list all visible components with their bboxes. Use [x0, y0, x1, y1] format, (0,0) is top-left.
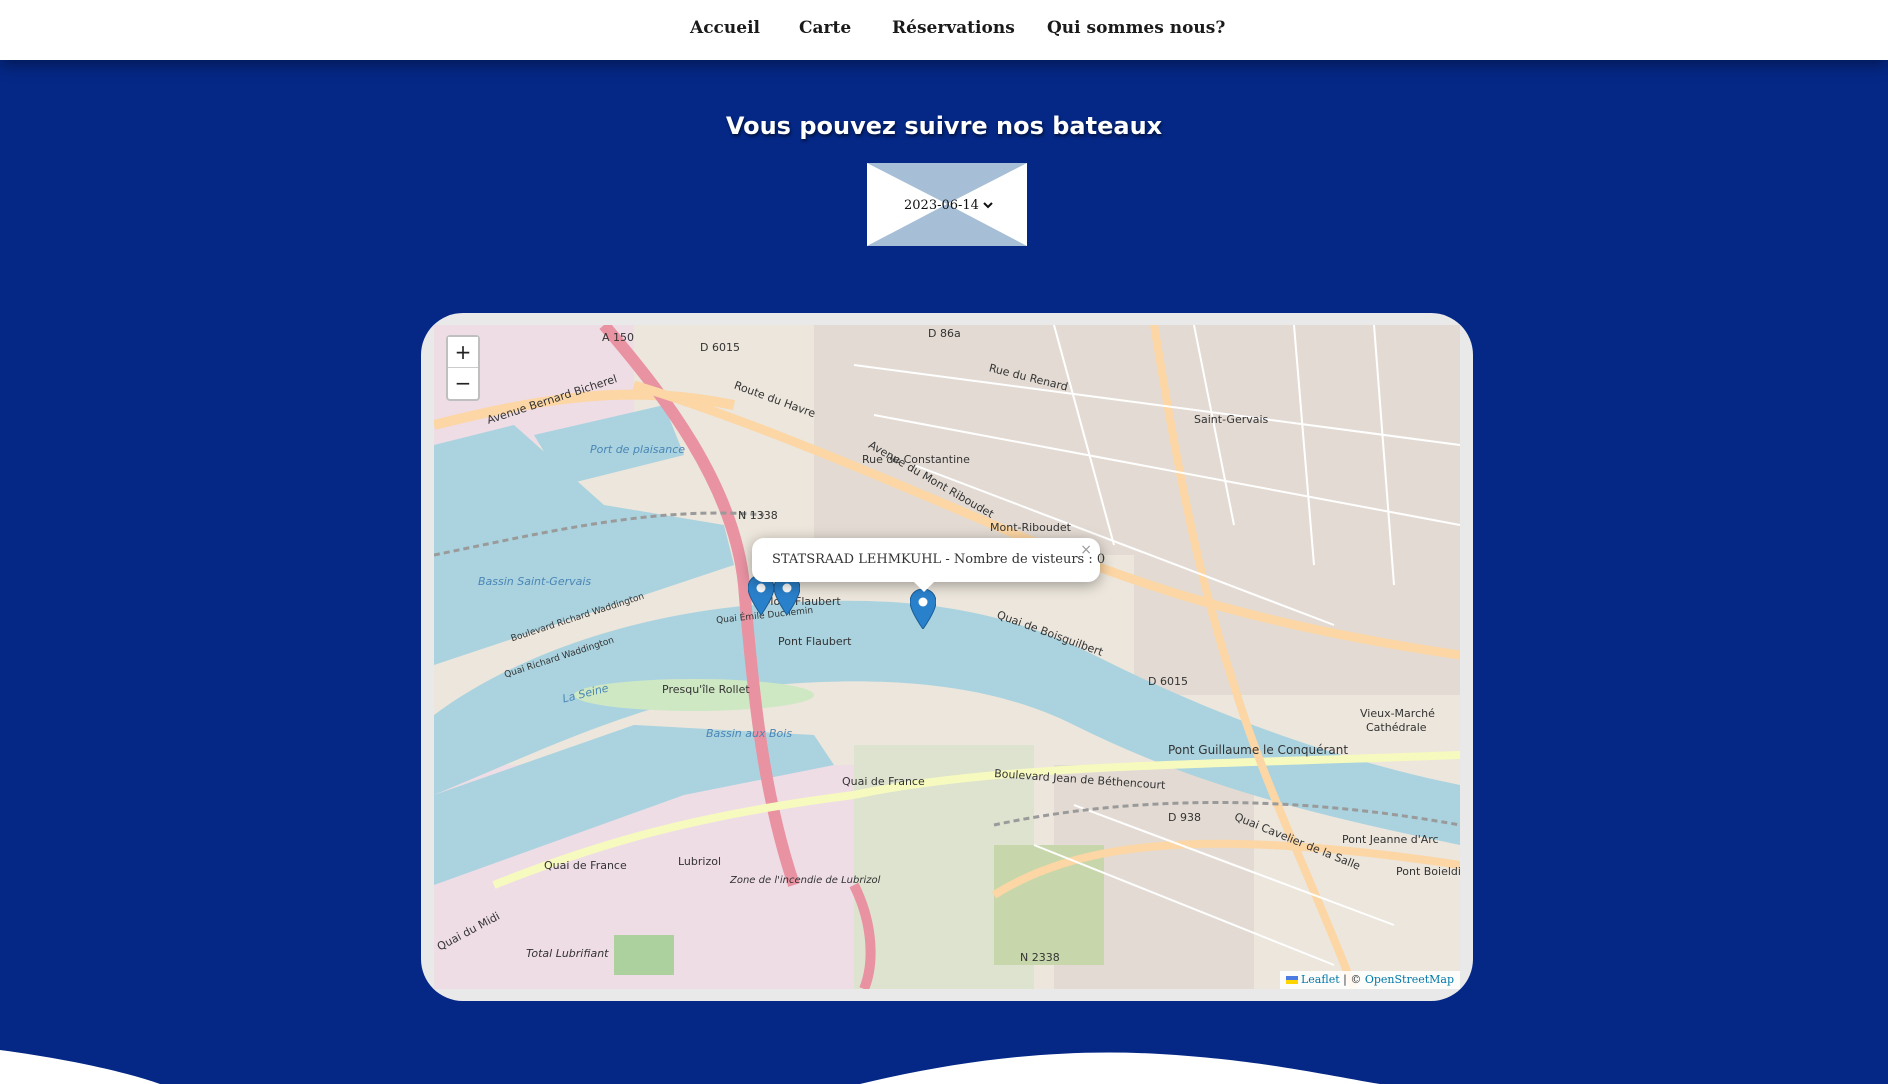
map-label: A 150 — [602, 331, 635, 344]
map-label: N 2338 — [1020, 951, 1060, 964]
map-label: D 938 — [1168, 811, 1201, 824]
map-label: D 86a — [928, 327, 961, 340]
map-label: Pont Guillaume le Conquérant — [1168, 743, 1349, 757]
map-label: D 6015 — [1148, 675, 1188, 688]
map-label: Port de plaisance — [590, 443, 686, 456]
map-label: Bassin Saint-Gervais — [478, 575, 592, 588]
ukraine-flag-icon — [1285, 976, 1298, 984]
date-select[interactable]: 2023-06-14 — [900, 194, 996, 216]
map-label: Cathédrale — [1366, 721, 1427, 734]
leaflet-link[interactable]: Leaflet — [1301, 973, 1340, 986]
map-label: Mont-Riboudet — [990, 521, 1071, 534]
map-label: Quai de France — [544, 859, 627, 872]
map-label: Saint-Gervais — [1194, 413, 1269, 426]
top-navigation: Accueil Carte Réservations Qui sommes no… — [0, 0, 1888, 60]
nav-link-reservations[interactable]: Réservations — [892, 18, 1015, 38]
footer-wave — [0, 1050, 1380, 1084]
openstreetmap-link[interactable]: OpenStreetMap — [1365, 973, 1454, 986]
map-label: Vieux-Marché — [1360, 707, 1435, 720]
map-label: Lubrizol — [678, 855, 722, 868]
boat-marker-selected[interactable] — [909, 588, 937, 630]
map-label: Quai de France — [842, 775, 925, 788]
marker-popup: STATSRAAD LEHMKUHL - Nombre de visteurs … — [752, 538, 1105, 592]
map-label: Pont Jeanne d'Arc — [1342, 833, 1439, 846]
zoom-in-button[interactable]: + — [448, 337, 478, 367]
zoom-out-button[interactable]: − — [448, 367, 478, 397]
nav-link-qui-sommes-nous[interactable]: Qui sommes nous? — [1047, 18, 1225, 38]
popup-close-button[interactable]: × — [1080, 542, 1092, 558]
nav-link-carte[interactable]: Carte — [799, 18, 851, 38]
date-select-panel: 2023-06-14 — [867, 163, 1027, 246]
attribution-separator: | © — [1343, 973, 1362, 986]
map-label: Rue de Constantine — [862, 453, 970, 466]
map-tiles — [434, 325, 1460, 989]
map-label: Bassin aux Bois — [706, 727, 793, 740]
map-label: Presqu'île Rollet — [662, 683, 750, 696]
map-pin-icon — [909, 588, 937, 630]
map-label: Pont Boieldieu — [1396, 865, 1460, 878]
map-container[interactable]: A 150 D 6015 D 86a Route du Havre Avenue… — [434, 325, 1460, 989]
nav-link-accueil[interactable]: Accueil — [690, 18, 760, 38]
popup-tip — [912, 580, 936, 592]
map-label: Zone de l'incendie de Lubrizol — [730, 875, 881, 886]
page-title: Vous pouvez suivre nos bateaux — [725, 112, 1163, 140]
map-attribution: Leaflet | © OpenStreetMap — [1279, 971, 1460, 989]
zoom-control: + − — [446, 335, 480, 401]
map-label: D 6015 — [700, 341, 740, 354]
map-label: Pont Flaubert — [778, 635, 852, 648]
popup-text: STATSRAAD LEHMKUHL - Nombre de visteurs … — [772, 552, 1106, 567]
map-label: N 1338 — [738, 509, 778, 522]
map-label: Total Lubrifiant — [526, 947, 609, 960]
